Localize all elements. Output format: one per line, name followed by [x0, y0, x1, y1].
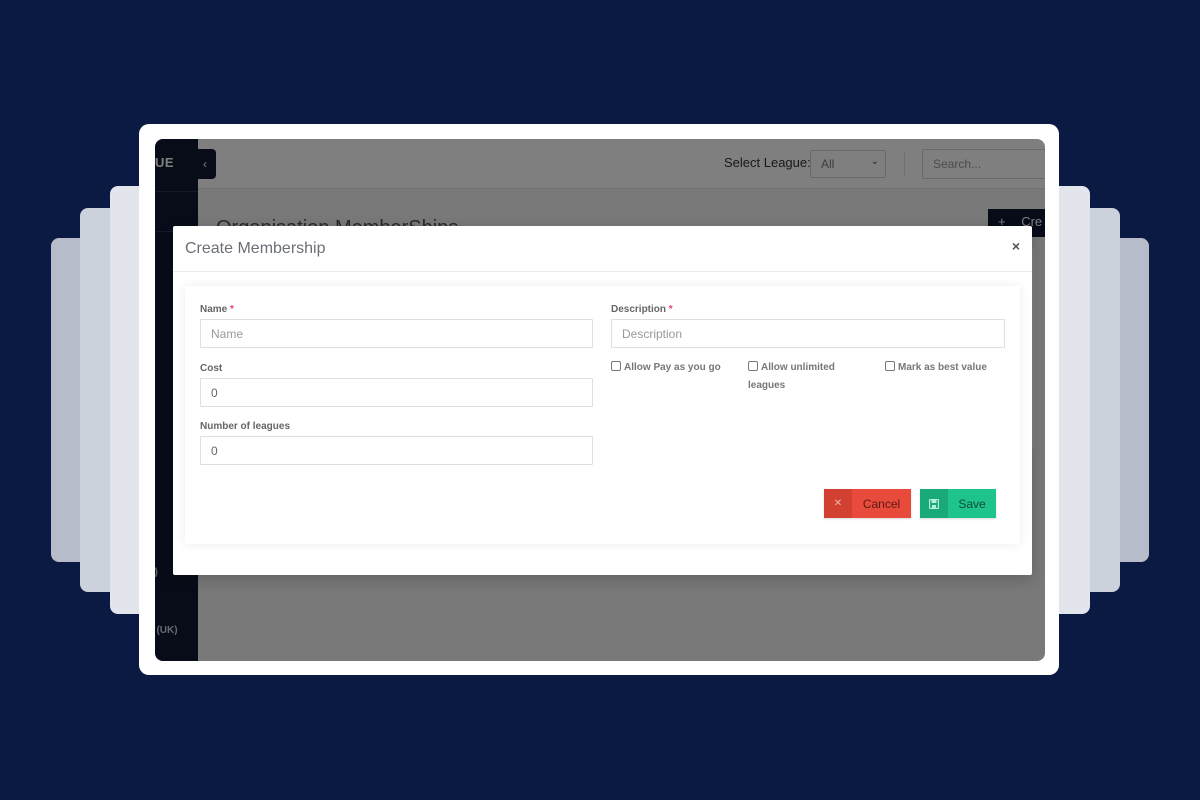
description-label: Description * — [611, 304, 673, 315]
create-membership-modal: Create Membership × Name * Description *… — [173, 226, 1032, 575]
required-mark: * — [668, 304, 673, 315]
modal-title: Create Membership — [185, 240, 326, 257]
checkbox-box[interactable] — [748, 361, 758, 371]
number-of-leagues-label: Number of leagues — [200, 421, 291, 432]
name-label: Name * — [200, 304, 234, 315]
number-of-leagues-input[interactable] — [200, 436, 593, 465]
cost-label: Cost — [200, 363, 223, 374]
cancel-label: Cancel — [862, 496, 901, 511]
cancel-button[interactable]: ✕ Cancel — [824, 489, 911, 518]
close-icon[interactable]: × — [1012, 238, 1020, 254]
description-input[interactable] — [611, 319, 1005, 348]
name-field-group: Name * — [200, 304, 593, 348]
checkbox-box[interactable] — [885, 361, 895, 371]
modal-form: Name * Description * Cost Number of leag… — [185, 286, 1020, 544]
mark-as-best-value-checkbox[interactable]: Mark as best value — [885, 359, 987, 377]
cost-field-group: Cost — [200, 363, 593, 407]
description-field-group: Description * — [611, 304, 1005, 348]
cost-input[interactable] — [200, 378, 593, 407]
number-of-leagues-field-group: Number of leagues — [200, 421, 593, 465]
allow-unlimited-leagues-checkbox[interactable]: Allow unlimited leagues — [748, 359, 858, 395]
allow-pay-as-you-go-checkbox[interactable]: Allow Pay as you go — [611, 359, 721, 377]
required-mark: * — [230, 304, 234, 315]
close-icon: ✕ — [824, 489, 852, 518]
save-label: Save — [958, 496, 986, 511]
floppy-disk-icon — [920, 489, 948, 518]
checkbox-box[interactable] — [611, 361, 621, 371]
save-button[interactable]: Save — [920, 489, 996, 518]
name-input[interactable] — [200, 319, 593, 348]
modal-header: Create Membership × — [173, 226, 1032, 272]
